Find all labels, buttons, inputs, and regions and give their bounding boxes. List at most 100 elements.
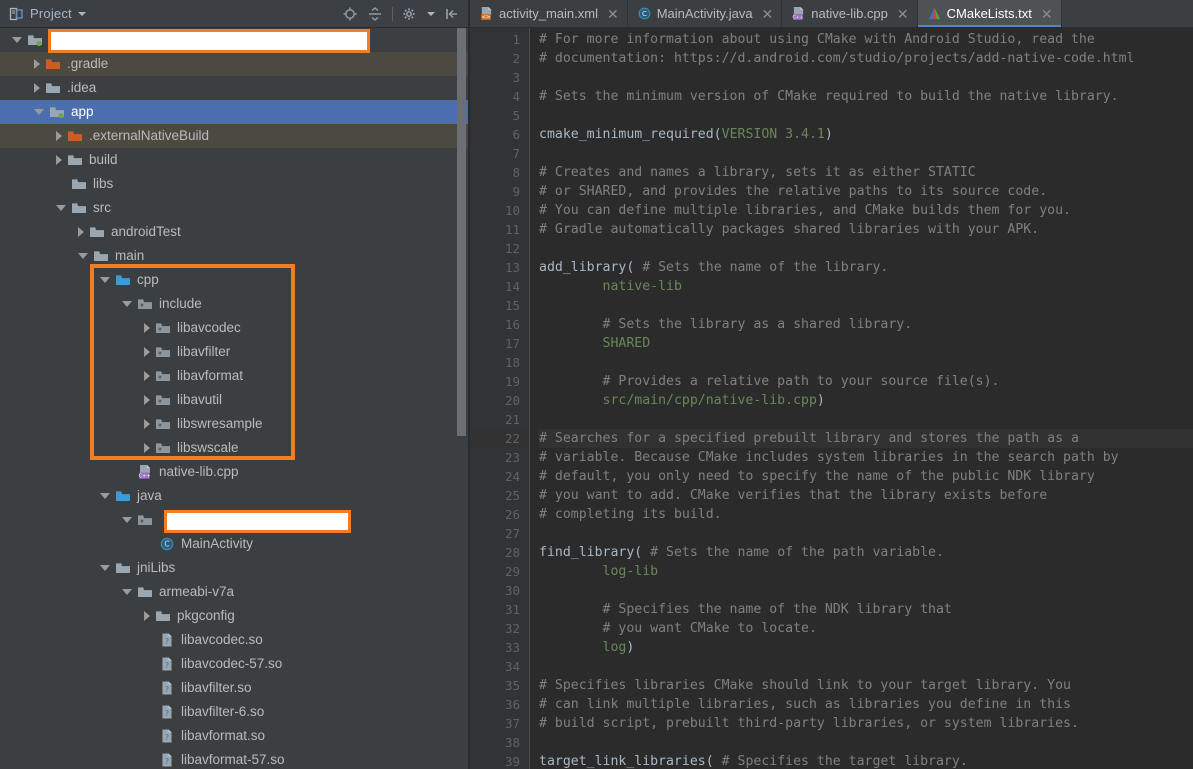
- code-line[interactable]: # default, you only need to specify the …: [539, 467, 1193, 486]
- tree-item-libavformat[interactable]: libavformat: [0, 364, 470, 388]
- tree-item-jnilibs[interactable]: jniLibs: [0, 556, 470, 580]
- tree-item-libavfilter-so[interactable]: ? libavfilter.so: [0, 676, 470, 700]
- code-line[interactable]: # you want CMake to locate.: [539, 619, 1193, 638]
- code-line[interactable]: native-lib: [539, 277, 1193, 296]
- code-line[interactable]: # Sets the library as a shared library.: [539, 315, 1193, 334]
- close-icon[interactable]: ✕: [897, 7, 909, 21]
- code-line[interactable]: # You can define multiple libraries, and…: [539, 201, 1193, 220]
- tree-item-libavfilter[interactable]: libavfilter: [0, 340, 470, 364]
- chevron-right-icon[interactable]: [144, 347, 150, 357]
- chevron-right-icon[interactable]: [144, 419, 150, 429]
- chevron-down-icon[interactable]: [122, 301, 132, 307]
- chevron-down-icon[interactable]: [56, 205, 66, 211]
- code-line[interactable]: # build script, prebuilt third-party lib…: [539, 714, 1193, 733]
- editor-tab-activity-main-xml[interactable]: <> activity_main.xml ✕: [470, 0, 628, 27]
- code-line[interactable]: # can link multiple libraries, such as l…: [539, 695, 1193, 714]
- tree-item-pkgconfig[interactable]: pkgconfig: [0, 604, 470, 628]
- tree-item-libavcodec-57-so[interactable]: ? libavcodec-57.so: [0, 652, 470, 676]
- code-line[interactable]: find_library( # Sets the name of the pat…: [539, 543, 1193, 562]
- tree-item-libavcodec-so[interactable]: ? libavcodec.so: [0, 628, 470, 652]
- tree-item-main[interactable]: main: [0, 244, 470, 268]
- chevron-down-icon[interactable]: [78, 253, 88, 259]
- chevron-down-icon[interactable]: [122, 589, 132, 595]
- code-line[interactable]: log): [539, 638, 1193, 657]
- code-line[interactable]: # Sets the minimum version of CMake requ…: [539, 87, 1193, 106]
- tree-item-armeabi-v7a[interactable]: armeabi-v7a: [0, 580, 470, 604]
- chevron-down-icon[interactable]: [77, 11, 86, 16]
- tree-item-gradle[interactable]: .gradle: [0, 52, 470, 76]
- code-content[interactable]: # For more information about using CMake…: [530, 28, 1193, 769]
- code-editor[interactable]: 1 2 3 4 5 6 7 8 9 10 11 12 13 14 15 16 17 18 19 20 21 22 23 24 2…: [470, 28, 1193, 769]
- close-icon[interactable]: ✕: [762, 7, 774, 21]
- project-tree-scrollbar[interactable]: [457, 28, 466, 436]
- chevron-down-icon[interactable]: [100, 565, 110, 571]
- code-line[interactable]: [539, 657, 1193, 676]
- code-line[interactable]: # Specifies the name of the NDK library …: [539, 600, 1193, 619]
- chevron-right-icon[interactable]: [144, 323, 150, 333]
- close-icon[interactable]: ✕: [1041, 7, 1053, 21]
- code-line[interactable]: [539, 144, 1193, 163]
- tree-item-libswscale[interactable]: libswscale: [0, 436, 470, 460]
- tree-item-native-lib-cpp[interactable]: C++ native-lib.cpp: [0, 460, 470, 484]
- collapse-all-icon[interactable]: [367, 6, 383, 22]
- chevron-right-icon[interactable]: [34, 59, 40, 69]
- tree-item-androidtest[interactable]: androidTest: [0, 220, 470, 244]
- chevron-right-icon[interactable]: [144, 611, 150, 621]
- code-line[interactable]: # or SHARED, and provides the relative p…: [539, 182, 1193, 201]
- code-line[interactable]: # Gradle automatically packages shared l…: [539, 220, 1193, 239]
- code-line[interactable]: # Searches for a specified prebuilt libr…: [539, 429, 1193, 448]
- chevron-down-icon[interactable]: [12, 37, 22, 43]
- tree-item-include[interactable]: include: [0, 292, 470, 316]
- chevron-down-icon[interactable]: [122, 517, 132, 523]
- code-line[interactable]: [539, 581, 1193, 600]
- gear-icon[interactable]: [402, 6, 418, 22]
- code-line[interactable]: [539, 68, 1193, 87]
- code-line[interactable]: [539, 353, 1193, 372]
- code-line[interactable]: [539, 106, 1193, 125]
- editor-tab-mainactivity-java[interactable]: C MainActivity.java ✕: [628, 0, 783, 27]
- code-line[interactable]: SHARED: [539, 334, 1193, 353]
- chevron-right-icon[interactable]: [56, 155, 62, 165]
- code-line[interactable]: [539, 410, 1193, 429]
- tree-item-mainactivity[interactable]: C MainActivity: [0, 532, 470, 556]
- code-line[interactable]: log-lib: [539, 562, 1193, 581]
- hide-panel-icon[interactable]: [444, 6, 460, 22]
- tree-item-src[interactable]: src: [0, 196, 470, 220]
- tree-item-java[interactable]: java: [0, 484, 470, 508]
- tree-item-libavformat-57-so[interactable]: ? libavformat-57.so: [0, 748, 470, 769]
- tree-item-libswresample[interactable]: libswresample: [0, 412, 470, 436]
- chevron-right-icon[interactable]: [144, 371, 150, 381]
- code-line[interactable]: [539, 296, 1193, 315]
- code-line[interactable]: # documentation: https://d.android.com/s…: [539, 49, 1193, 68]
- editor-tab-native-lib-cpp[interactable]: C++ native-lib.cpp ✕: [782, 0, 918, 27]
- chevron-right-icon[interactable]: [144, 395, 150, 405]
- tree-item-libavcodec[interactable]: libavcodec: [0, 316, 470, 340]
- editor-tab-cmakelists-txt[interactable]: CMakeLists.txt ✕: [917, 0, 1062, 27]
- chevron-right-icon[interactable]: [56, 131, 62, 141]
- code-line[interactable]: cmake_minimum_required(VERSION 3.4.1): [539, 125, 1193, 144]
- tree-item-build[interactable]: build: [0, 148, 470, 172]
- chevron-right-icon[interactable]: [78, 227, 84, 237]
- code-line[interactable]: # Provides a relative path to your sourc…: [539, 372, 1193, 391]
- tree-item-libs[interactable]: libs: [0, 172, 470, 196]
- code-line[interactable]: [539, 524, 1193, 543]
- chevron-down-icon[interactable]: [100, 277, 110, 283]
- code-line[interactable]: # For more information about using CMake…: [539, 30, 1193, 49]
- code-line[interactable]: # you want to add. CMake verifies that t…: [539, 486, 1193, 505]
- chevron-down-icon[interactable]: [34, 109, 44, 115]
- code-line[interactable]: # completing its build.: [539, 505, 1193, 524]
- tree-item-cpp[interactable]: cpp: [0, 268, 470, 292]
- tree-item-idea[interactable]: .idea: [0, 76, 470, 100]
- code-line[interactable]: add_library( # Sets the name of the libr…: [539, 258, 1193, 277]
- chevron-right-icon[interactable]: [144, 443, 150, 453]
- chevron-right-icon[interactable]: [34, 83, 40, 93]
- code-line[interactable]: src/main/cpp/native-lib.cpp): [539, 391, 1193, 410]
- tree-item-libavfilter-6-so[interactable]: ? libavfilter-6.so: [0, 700, 470, 724]
- tree-item-libavutil[interactable]: libavutil: [0, 388, 470, 412]
- close-icon[interactable]: ✕: [607, 7, 619, 21]
- code-line[interactable]: # Creates and names a library, sets it a…: [539, 163, 1193, 182]
- code-line[interactable]: [539, 239, 1193, 258]
- project-tree[interactable]: .gradle .idea app .externalNativeBuild build…: [0, 28, 470, 769]
- tree-item-app[interactable]: app: [0, 100, 470, 124]
- locate-target-icon[interactable]: [342, 6, 358, 22]
